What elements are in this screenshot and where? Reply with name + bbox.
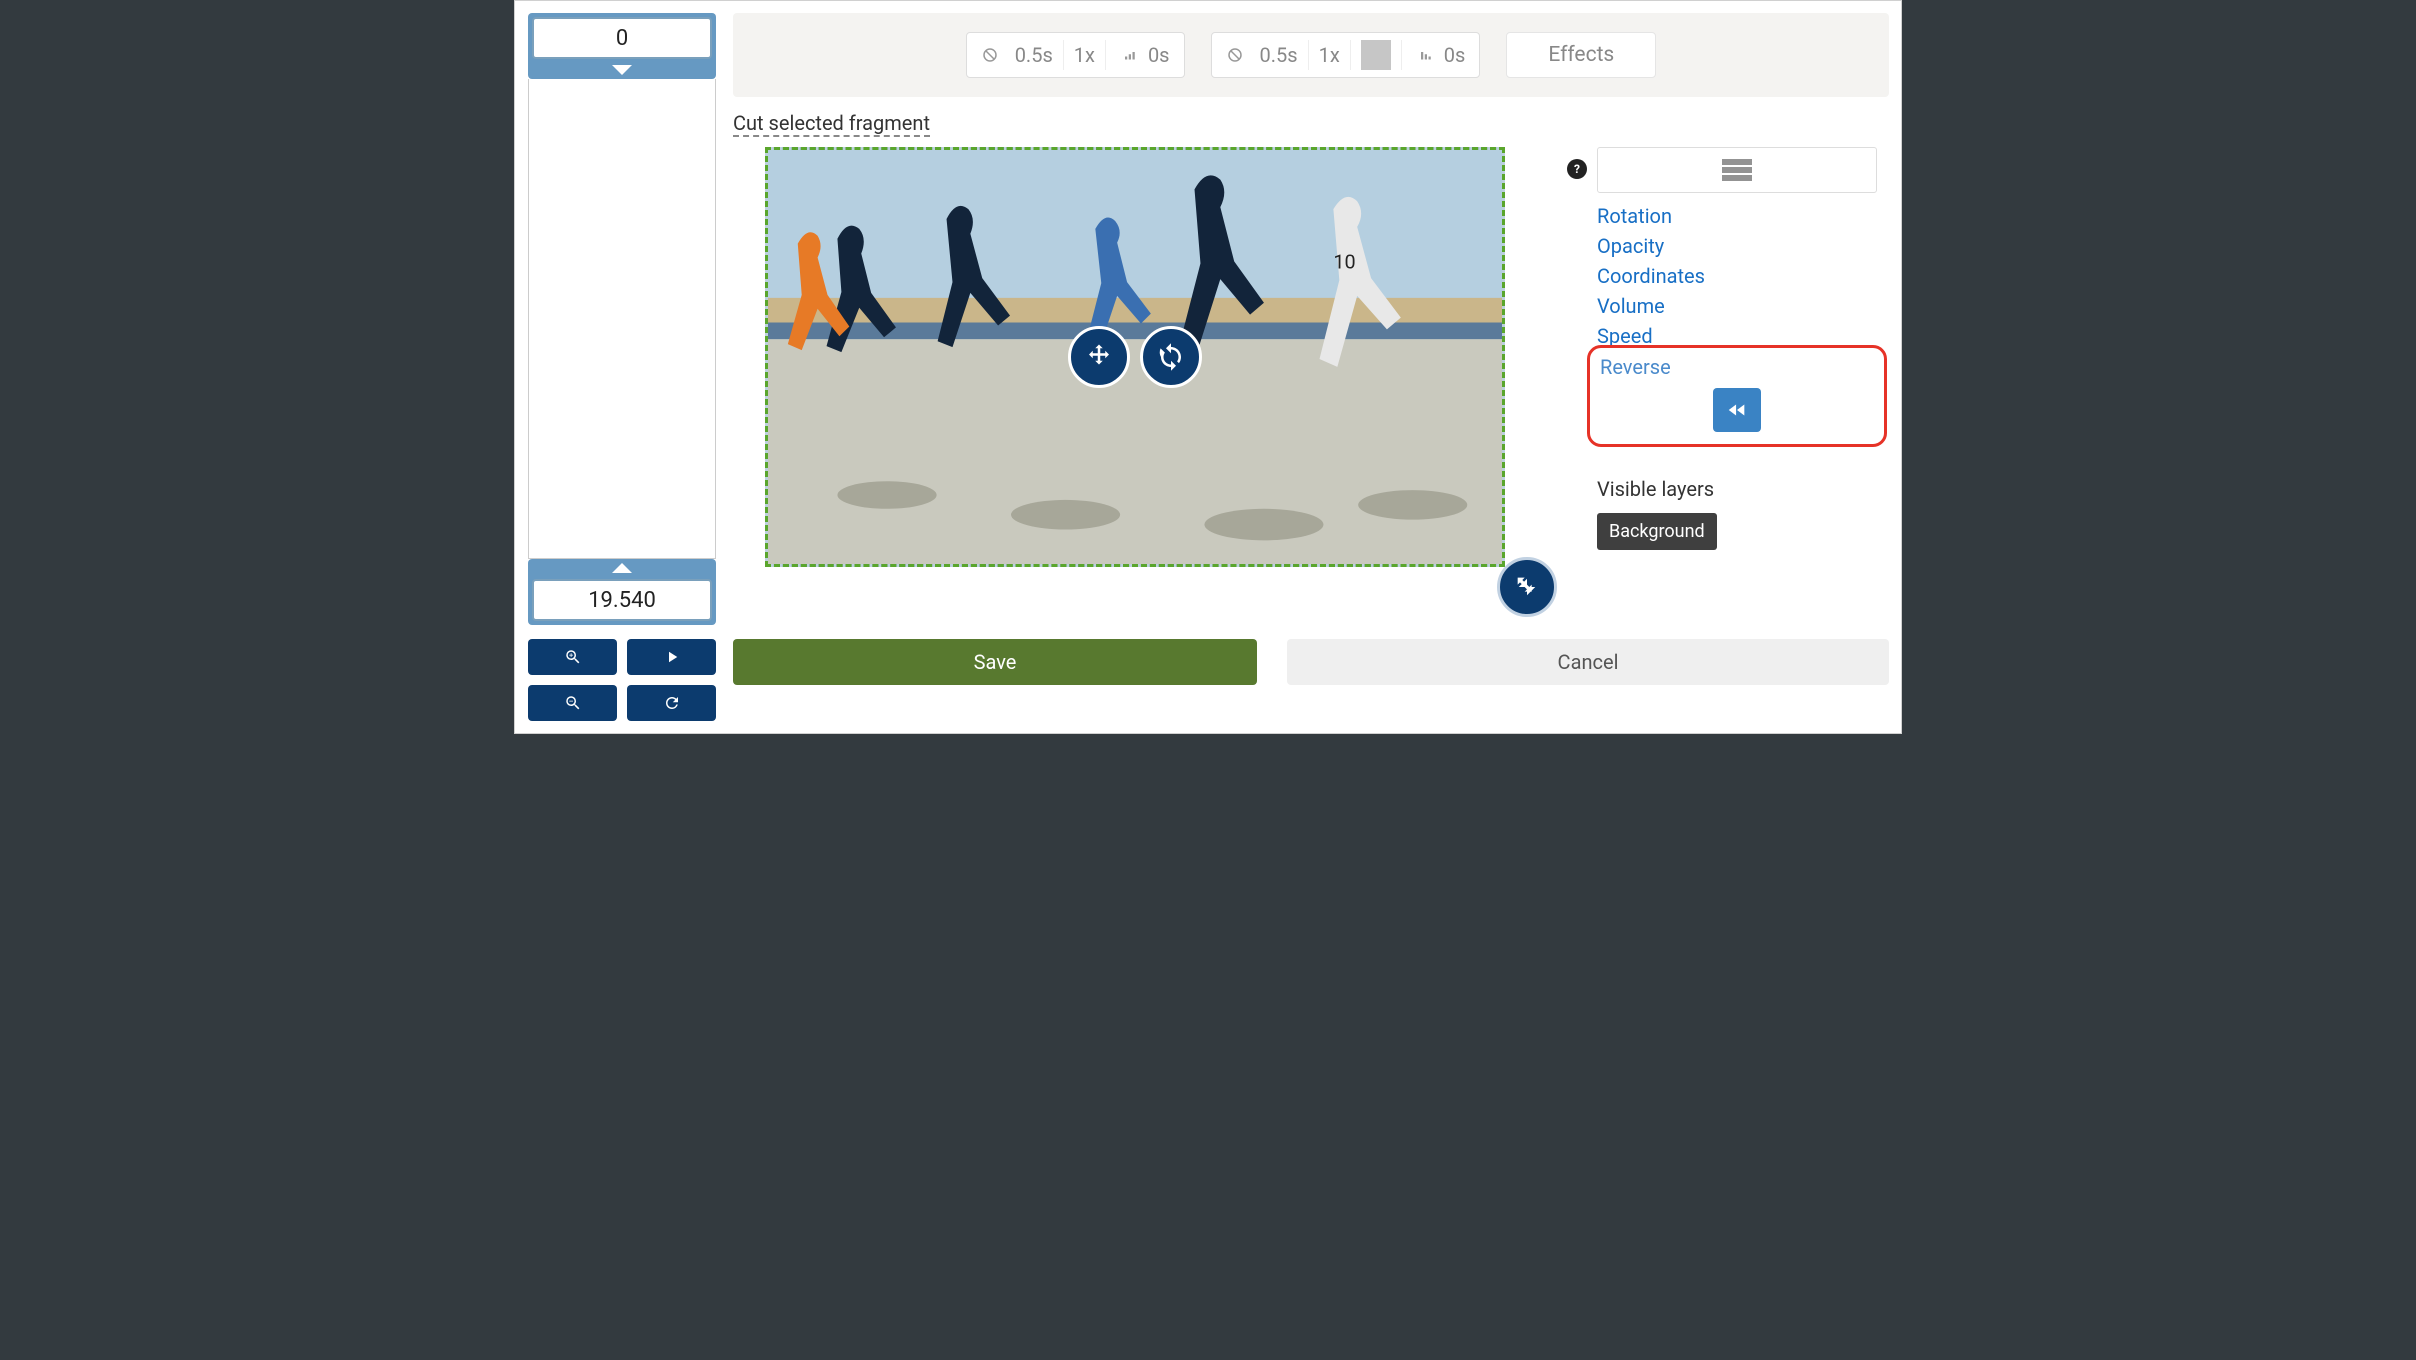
- bars-asc-icon: [1122, 46, 1140, 64]
- play-button[interactable]: [627, 639, 716, 675]
- move-icon: [1084, 342, 1114, 372]
- editor-window: 0.5s 1x 0s 0.5s 1x 0s: [514, 0, 1902, 734]
- transition-in-delay: 0s: [1148, 43, 1170, 67]
- chevron-up-icon[interactable]: [612, 563, 632, 573]
- color-swatch[interactable]: [1361, 40, 1391, 70]
- transition-out-speed: 1x: [1319, 43, 1340, 67]
- zoom-out-button[interactable]: [528, 685, 617, 721]
- timeline-column: [527, 13, 717, 721]
- svg-text:10: 10: [1333, 250, 1355, 273]
- preview-area: 10: [765, 147, 1575, 617]
- transition-out-delay: 0s: [1444, 43, 1466, 67]
- main-column: 0.5s 1x 0s 0.5s 1x 0s: [733, 13, 1889, 721]
- property-coordinates[interactable]: Coordinates: [1597, 261, 1877, 291]
- resize-icon: [1513, 573, 1541, 601]
- rotate-handle[interactable]: [1140, 326, 1202, 388]
- transition-out-duration: 0.5s: [1260, 43, 1298, 67]
- size-preset-button[interactable]: [1597, 147, 1877, 193]
- video-preview[interactable]: 10: [765, 147, 1505, 567]
- zoom-out-icon: [564, 694, 582, 712]
- refresh-icon: [663, 694, 681, 712]
- property-rotation[interactable]: Rotation: [1597, 201, 1877, 231]
- timeline-start-box: [528, 13, 716, 79]
- effects-button[interactable]: Effects: [1506, 32, 1656, 78]
- property-opacity[interactable]: Opacity: [1597, 231, 1877, 261]
- timeline-end-input[interactable]: [532, 579, 712, 621]
- timeline-controls: [528, 639, 716, 721]
- play-icon: [663, 648, 681, 666]
- cut-fragment-link[interactable]: Cut selected fragment: [733, 111, 930, 137]
- transition-out-group[interactable]: 0.5s 1x 0s: [1211, 32, 1481, 78]
- save-button[interactable]: Save: [733, 639, 1257, 685]
- reverse-button[interactable]: [1713, 388, 1761, 432]
- bars-desc-icon: [1418, 46, 1436, 64]
- transition-in-duration: 0.5s: [1015, 43, 1053, 67]
- timeline-end-box: [528, 559, 716, 625]
- cancel-button[interactable]: Cancel: [1287, 639, 1889, 685]
- rotate-icon: [1156, 342, 1186, 372]
- reverse-section-highlight: Reverse: [1587, 345, 1887, 447]
- properties-panel: ? Rotation Opacity Coordinates Volume Sp…: [1597, 147, 1877, 550]
- zoom-in-button[interactable]: [528, 639, 617, 675]
- move-handle[interactable]: [1068, 326, 1130, 388]
- property-reverse[interactable]: Reverse: [1600, 352, 1876, 382]
- transition-in-speed: 1x: [1074, 43, 1095, 67]
- transition-in-group[interactable]: 0.5s 1x 0s: [966, 32, 1185, 78]
- timeline-track[interactable]: [528, 79, 716, 559]
- timeline-start-input[interactable]: [532, 17, 712, 59]
- center-row: 10: [733, 147, 1889, 617]
- zoom-in-icon: [564, 648, 582, 666]
- resize-handle[interactable]: [1497, 557, 1557, 617]
- chevron-down-icon[interactable]: [612, 65, 632, 75]
- disabled-icon: [1226, 46, 1244, 64]
- help-badge[interactable]: ?: [1567, 159, 1587, 179]
- layer-background-chip[interactable]: Background: [1597, 513, 1717, 550]
- refresh-button[interactable]: [627, 685, 716, 721]
- bottom-actions: Save Cancel: [733, 639, 1889, 685]
- property-volume[interactable]: Volume: [1597, 291, 1877, 321]
- visible-layers-title: Visible layers: [1597, 477, 1877, 501]
- top-toolbar: 0.5s 1x 0s 0.5s 1x 0s: [733, 13, 1889, 97]
- rewind-icon: [1726, 399, 1748, 421]
- preview-center-controls: [1068, 326, 1202, 388]
- disabled-icon: [981, 46, 999, 64]
